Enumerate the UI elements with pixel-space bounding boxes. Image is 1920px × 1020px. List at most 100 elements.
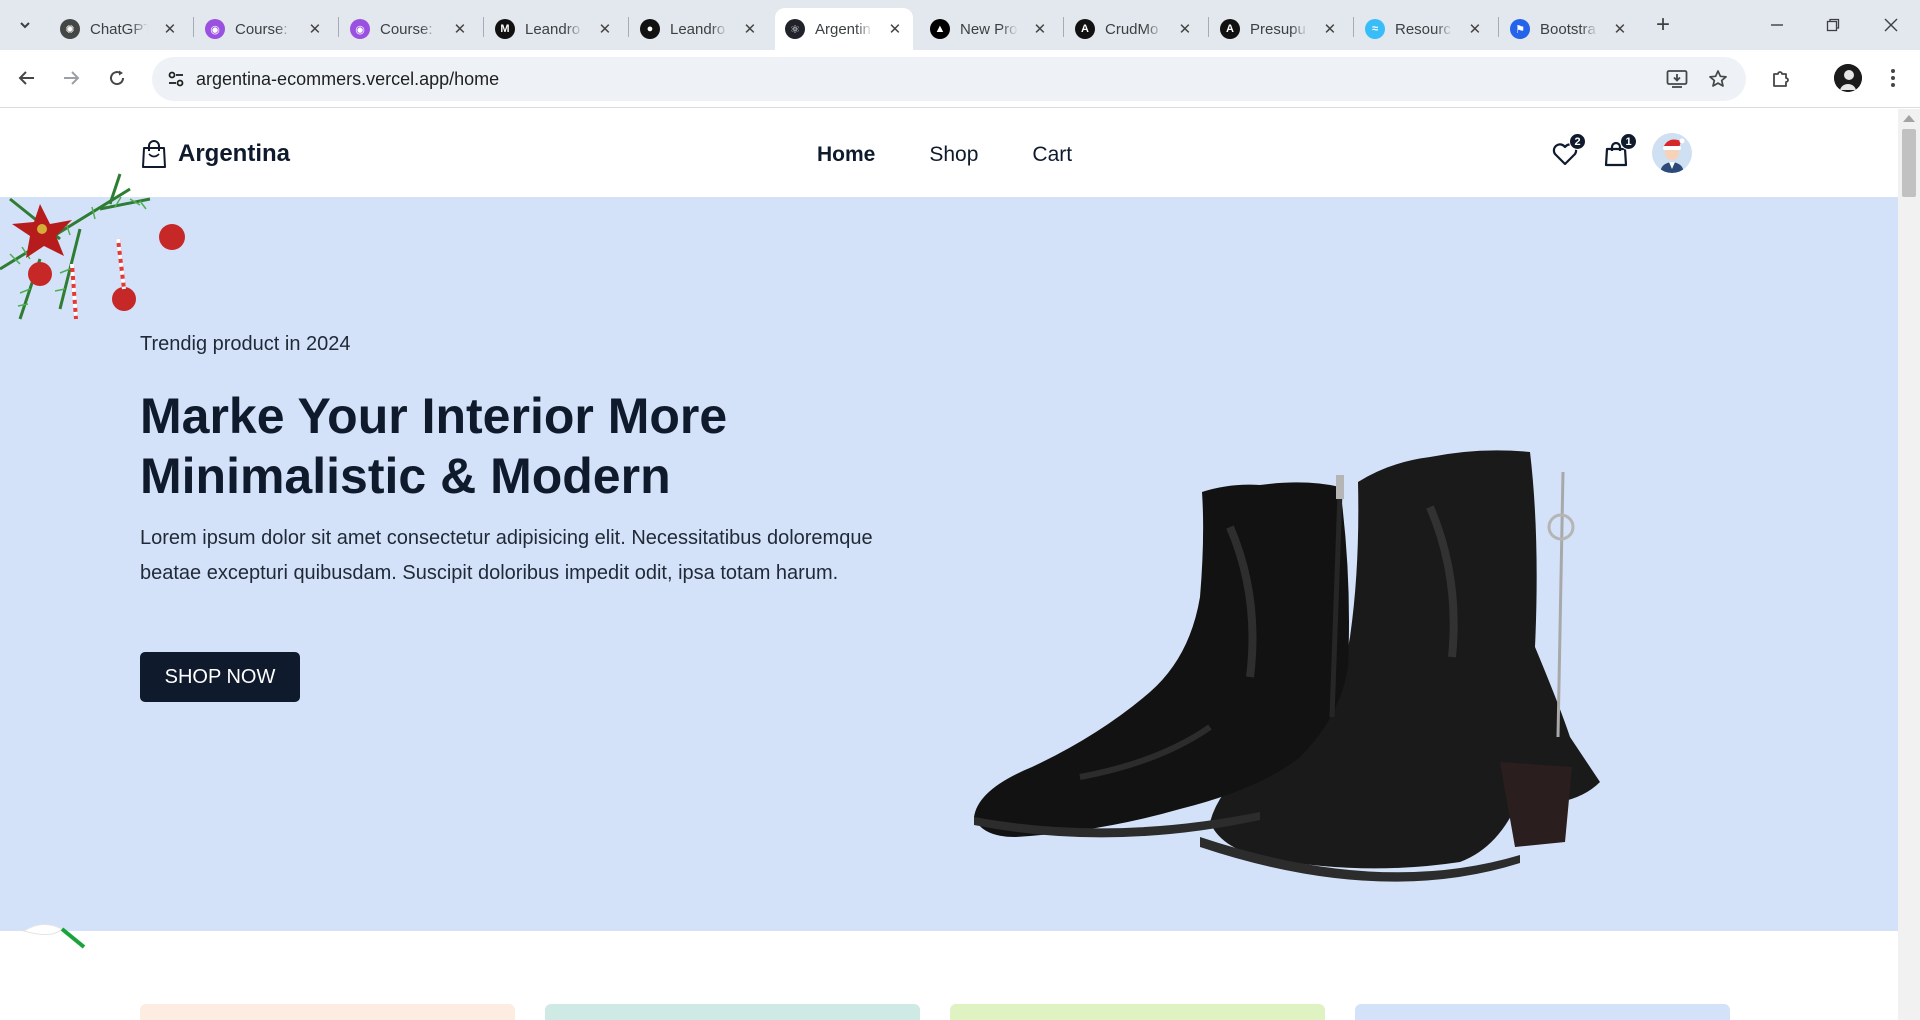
flag-icon: ⚑ — [1510, 19, 1530, 39]
nav-shop[interactable]: Shop — [929, 143, 978, 167]
tab-title: Bootstra — [1540, 20, 1596, 38]
tailwind-icon: ≈ — [1365, 19, 1385, 39]
hero-title: Marke Your Interior More Minimalistic & … — [140, 388, 728, 504]
tab-title: Argentin — [815, 20, 871, 38]
close-tab-icon[interactable]: ✕ — [887, 20, 903, 38]
new-tab-button[interactable]: + — [1650, 11, 1676, 38]
close-tab-icon[interactable]: ✕ — [1612, 20, 1628, 38]
tab-strip: ✺ ChatGPT ✕ ◉ Course: ✕ ◉ Course: ✕ M Leandro ✕ ● L… — [0, 0, 1920, 50]
hero-section: Trendig product in 2024 Marke Your Inter… — [0, 197, 1898, 931]
category-card[interactable] — [140, 1004, 515, 1020]
close-icon — [1884, 18, 1898, 32]
more-vertical-icon — [1891, 69, 1895, 87]
tab-title: ChatGPT — [90, 20, 148, 38]
close-tab-icon[interactable]: ✕ — [307, 20, 323, 38]
tab-separator — [1498, 17, 1499, 37]
close-tab-icon[interactable]: ✕ — [1032, 20, 1048, 38]
cart-button[interactable]: 1 — [1601, 133, 1637, 169]
arrow-right-icon — [64, 71, 80, 85]
close-tab-icon[interactable]: ✕ — [1467, 20, 1483, 38]
santa-avatar-icon — [1652, 133, 1692, 173]
browser-tab[interactable]: ◉ Course: ✕ — [340, 8, 478, 50]
tab-title: Resourc — [1395, 20, 1451, 38]
puzzle-icon — [1773, 71, 1789, 87]
course-icon: ◉ — [205, 19, 225, 39]
tab-title: Presupu — [1250, 20, 1306, 38]
forward-button[interactable] — [56, 63, 86, 93]
vercel-icon: ▲ — [930, 19, 950, 39]
url-text[interactable]: argentina-ecommers.vercel.app/home — [196, 69, 499, 90]
tab-title: Course: — [235, 20, 288, 38]
browser-tab[interactable]: ▲ New Pro ✕ — [920, 8, 1058, 50]
page-scrollbar[interactable] — [1898, 109, 1920, 1020]
main-nav: Home Shop Cart — [817, 143, 1126, 167]
wishlist-count-badge: 2 — [1569, 133, 1586, 150]
scroll-up-arrow[interactable] — [1903, 115, 1915, 122]
close-tab-icon[interactable]: ✕ — [162, 20, 178, 38]
browser-menu-button[interactable] — [1878, 63, 1908, 93]
tab-separator — [193, 17, 194, 37]
browser-tab[interactable]: ⚑ Bootstra ✕ — [1500, 8, 1638, 50]
browser-tab[interactable]: ● Leandro ✕ — [630, 8, 768, 50]
hero-description: Lorem ipsum dolor sit amet consectetur a… — [140, 527, 873, 584]
minimize-icon — [1771, 24, 1783, 26]
brand-link[interactable]: Argentina — [140, 139, 290, 169]
tab-title: CrudMo — [1105, 20, 1159, 38]
angular-icon: A — [1075, 19, 1095, 39]
tab-title: New Pro — [960, 20, 1018, 38]
site-info-button[interactable] — [162, 65, 190, 93]
shop-now-button[interactable]: SHOP NOW — [140, 652, 300, 702]
install-app-button[interactable] — [1664, 66, 1690, 92]
address-bar[interactable]: argentina-ecommers.vercel.app/home — [152, 57, 1746, 101]
profile-icon — [1834, 64, 1862, 92]
back-button[interactable] — [12, 63, 42, 93]
tab-separator — [1353, 17, 1354, 37]
wishlist-button[interactable]: 2 — [1550, 133, 1586, 169]
bookmark-button[interactable] — [1705, 66, 1731, 92]
cart-count-badge: 1 — [1620, 133, 1637, 150]
close-tab-icon[interactable]: ✕ — [742, 20, 758, 38]
category-card[interactable] — [1355, 1004, 1730, 1020]
leaf-decoration — [22, 924, 86, 949]
tab-title: Leandro — [525, 20, 581, 38]
tab-separator — [483, 17, 484, 37]
scrollbar-thumb[interactable] — [1902, 129, 1916, 197]
shopping-bag-icon — [142, 140, 166, 168]
user-avatar[interactable] — [1652, 133, 1692, 173]
angular-icon: A — [1220, 19, 1240, 39]
category-card[interactable] — [950, 1004, 1325, 1020]
close-tab-icon[interactable]: ✕ — [452, 20, 468, 38]
close-window-button[interactable] — [1876, 10, 1906, 40]
browser-tab[interactable]: ✺ ChatGPT ✕ — [50, 8, 188, 50]
christmas-decoration — [0, 173, 185, 320]
tab-separator — [338, 17, 339, 37]
tab-search-button[interactable] — [10, 10, 40, 40]
browser-tab[interactable]: ≈ Resourc ✕ — [1355, 8, 1493, 50]
nav-home[interactable]: Home — [817, 143, 875, 167]
m-logo-icon: M — [495, 19, 515, 39]
browser-tab[interactable]: ⚛ Argentin ✕ — [775, 8, 913, 50]
reload-button[interactable] — [102, 63, 132, 93]
boots-image — [974, 450, 1600, 882]
restore-button[interactable] — [1818, 10, 1848, 40]
reload-icon — [110, 70, 125, 86]
github-icon: ● — [640, 19, 660, 39]
nav-cart[interactable]: Cart — [1032, 143, 1072, 167]
brand-name: Argentina — [178, 140, 291, 167]
tab-separator — [1063, 17, 1064, 37]
close-tab-icon[interactable]: ✕ — [1177, 20, 1193, 38]
browser-toolbar: argentina-ecommers.vercel.app/home — [0, 50, 1920, 108]
close-tab-icon[interactable]: ✕ — [1322, 20, 1338, 38]
browser-tab[interactable]: A Presupu ✕ — [1210, 8, 1348, 50]
category-card[interactable] — [545, 1004, 920, 1020]
minimize-button[interactable] — [1762, 10, 1792, 40]
profile-avatar[interactable] — [1834, 64, 1862, 92]
category-cards — [0, 1004, 1898, 1020]
extensions-button[interactable] — [1766, 63, 1796, 93]
close-tab-icon[interactable]: ✕ — [597, 20, 613, 38]
browser-tab[interactable]: A CrudMo ✕ — [1065, 8, 1203, 50]
browser-tab[interactable]: ◉ Course: ✕ — [195, 8, 333, 50]
browser-tab[interactable]: M Leandro ✕ — [485, 8, 623, 50]
chevron-down-icon — [20, 22, 30, 29]
arrow-left-icon — [18, 71, 34, 85]
